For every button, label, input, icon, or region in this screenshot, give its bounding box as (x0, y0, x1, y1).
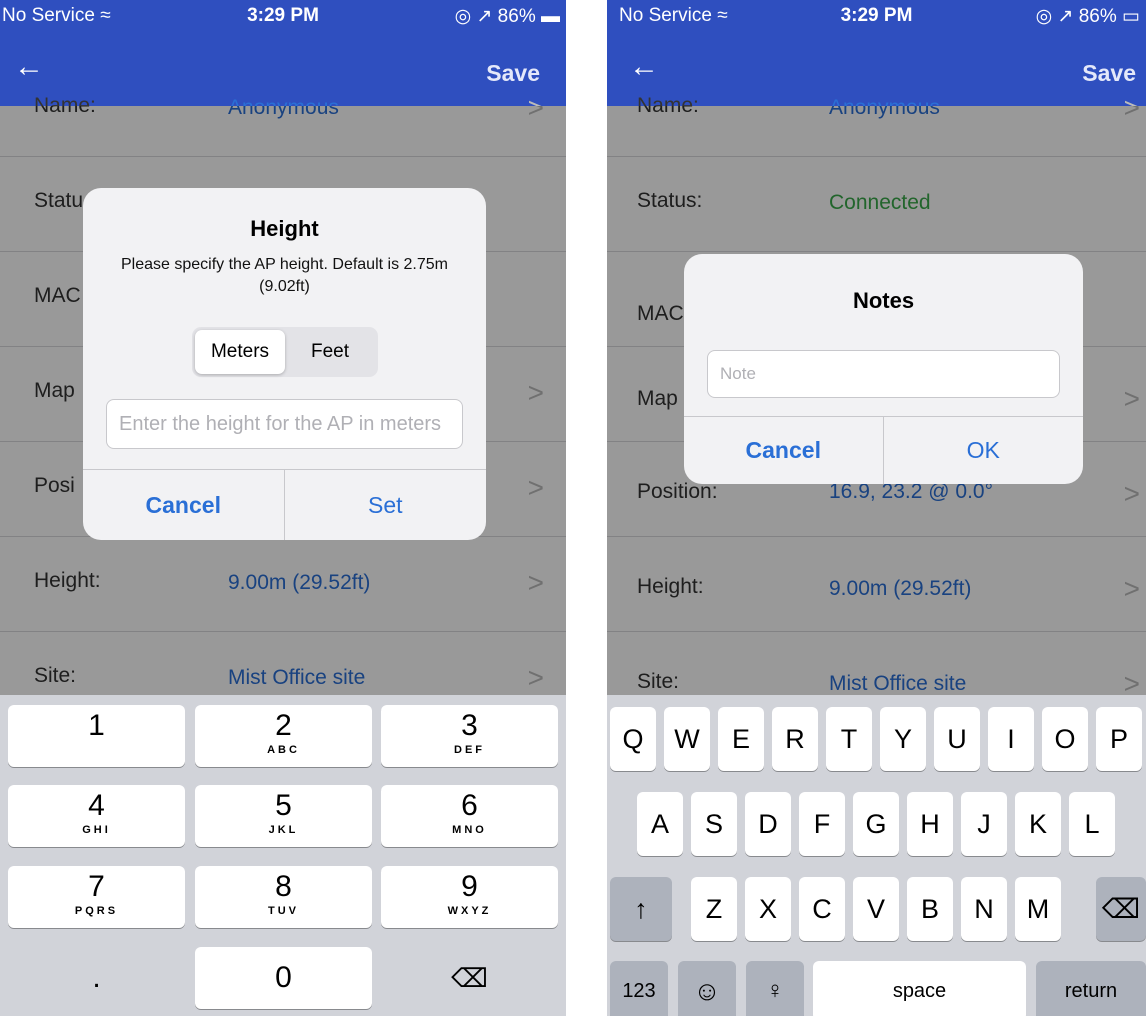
key-z[interactable]: Z (691, 877, 737, 941)
dialog-title: Notes (852, 288, 915, 313)
key-3[interactable]: 3 DEF (381, 705, 558, 767)
key-s[interactable]: S (691, 792, 737, 856)
dialog-title: Height (250, 216, 319, 241)
dialog-buttons: Cancel OK (684, 416, 1083, 484)
key-0[interactable]: 0 (195, 947, 372, 1009)
key-j[interactable]: J (961, 792, 1007, 856)
key-w[interactable]: W (664, 707, 710, 771)
battery-indicator: ◎ ↗ 86% ▭ (1035, 6, 1140, 27)
key-k[interactable]: K (1015, 792, 1061, 856)
space-key[interactable]: space (813, 961, 1026, 1016)
key-2[interactable]: 2 ABC (195, 705, 372, 767)
delete-icon[interactable]: ⌫ (381, 947, 558, 1009)
key-y[interactable]: Y (880, 707, 926, 771)
key-1[interactable]: 1 (8, 705, 185, 767)
key-u[interactable]: U (934, 707, 980, 771)
key-v[interactable]: V (853, 877, 899, 941)
key-e[interactable]: E (718, 707, 764, 771)
key-6[interactable]: 6 MNO (381, 785, 558, 847)
key-d[interactable]: D (745, 792, 791, 856)
numbers-key[interactable]: 123 (610, 961, 668, 1016)
notes-dialog: Notes Note Cancel OK (684, 254, 1083, 484)
key-9[interactable]: 9 WXYZ (381, 866, 558, 928)
shift-icon[interactable]: ↑ (610, 877, 672, 941)
key-r[interactable]: R (772, 707, 818, 771)
key-4[interactable]: 4 GHI (8, 785, 185, 847)
key-8[interactable]: 8 TUV (195, 866, 372, 928)
key-h[interactable]: H (907, 792, 953, 856)
microphone-icon[interactable]: ♀ (746, 961, 804, 1016)
height-input[interactable]: Enter the height for the AP in meters (106, 399, 463, 449)
key-decimal[interactable]: . (8, 947, 185, 1009)
key-7[interactable]: 7 PQRS (8, 866, 185, 928)
key-p[interactable]: P (1096, 707, 1142, 771)
key-o[interactable]: O (1042, 707, 1088, 771)
key-m[interactable]: M (1015, 877, 1061, 941)
battery-indicator: ◎ ↗ 86% ▬ (454, 6, 560, 27)
key-5[interactable]: 5 JKL (195, 785, 372, 847)
right-screen: No Service ≈ 3:29 PM ◎ ↗ 86% ▭ ← Save Na… (607, 0, 1146, 1016)
key-g[interactable]: G (853, 792, 899, 856)
key-n[interactable]: N (961, 877, 1007, 941)
key-l[interactable]: L (1069, 792, 1115, 856)
ok-button[interactable]: OK (884, 417, 1084, 484)
numeric-keypad: 1 2 ABC 3 DEF 4 GHI 5 JKL 6 MNO 7 PQRS 8 TUV 9W… (0, 695, 566, 1016)
set-button[interactable]: Set (285, 470, 487, 540)
key-f[interactable]: F (799, 792, 845, 856)
key-t[interactable]: T (826, 707, 872, 771)
left-screen: No Service ≈ 3:29 PM ◎ ↗ 86% ▬ ← Save Na… (0, 0, 566, 1016)
dialog-message: Please specify the AP height. Default is… (120, 256, 448, 295)
status-bar: No Service ≈ 3:29 PM ◎ ↗ 86% ▭ (607, 0, 1146, 32)
dialog-buttons: Cancel Set (83, 469, 486, 540)
cancel-button[interactable]: Cancel (684, 417, 884, 484)
key-q[interactable]: Q (610, 707, 656, 771)
delete-icon[interactable]: ⌫ (1096, 877, 1146, 941)
alpha-keyboard: Q W E R T Y U I O P A S D F G H J K L ↑ … (607, 695, 1146, 1016)
return-key[interactable]: return (1036, 961, 1146, 1016)
key-x[interactable]: X (745, 877, 791, 941)
emoji-icon[interactable]: ☺ (678, 961, 736, 1016)
note-input[interactable]: Note (707, 350, 1060, 398)
segment-meters[interactable]: Meters (195, 330, 285, 374)
key-a[interactable]: A (637, 792, 683, 856)
key-i[interactable]: I (988, 707, 1034, 771)
cancel-button[interactable]: Cancel (83, 470, 285, 540)
height-dialog: Height Please specify the AP height. Def… (83, 188, 486, 540)
status-bar: No Service ≈ 3:29 PM ◎ ↗ 86% ▬ (0, 0, 566, 32)
segment-feet[interactable]: Feet (285, 330, 375, 374)
key-b[interactable]: B (907, 877, 953, 941)
unit-segmented-control: Meters Feet (192, 327, 378, 377)
key-c[interactable]: C (799, 877, 845, 941)
